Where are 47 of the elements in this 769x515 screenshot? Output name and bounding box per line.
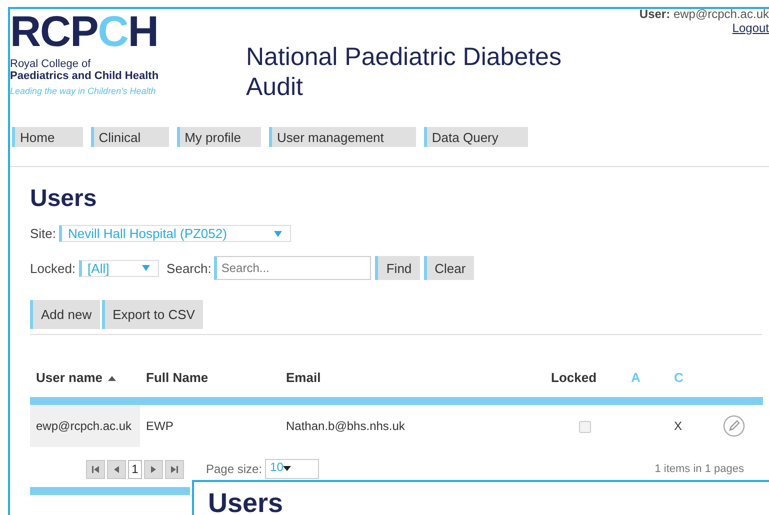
- pager-button[interactable]: [107, 460, 126, 478]
- caret-icon: [274, 230, 282, 236]
- sort-arrow-icon: [108, 376, 116, 381]
- field-label: Locked:: [30, 260, 76, 276]
- table-cell: X: [674, 419, 682, 433]
- arrow-icon: [170, 464, 179, 474]
- nav-tab[interactable]: My profile: [176, 127, 261, 147]
- app-title: National Paediatric Diabetes Audit: [246, 42, 562, 102]
- page-heading: Users: [30, 185, 98, 213]
- edit-icon[interactable]: [723, 415, 745, 437]
- checkbox[interactable]: [579, 420, 591, 433]
- nav-tab[interactable]: Home: [12, 127, 83, 147]
- field-label: Search:: [166, 260, 212, 276]
- column-header[interactable]: Locked: [545, 361, 625, 393]
- search-field[interactable]: Search...: [214, 256, 372, 280]
- column-header[interactable]: Email: [280, 361, 545, 393]
- pager-summary: 1 items in 1 pages: [654, 463, 744, 475]
- pager-button[interactable]: [165, 460, 184, 478]
- column-header[interactable]: User name: [30, 361, 140, 393]
- button[interactable]: Add new: [30, 300, 100, 329]
- caret-icon: [283, 466, 292, 471]
- overlay-heading: Users: [208, 488, 284, 515]
- nav-tab[interactable]: User management: [268, 127, 416, 147]
- table-cell: ewp@rcpch.ac.uk: [36, 419, 132, 433]
- table-cell: EWP: [146, 419, 174, 433]
- user-info: User: ewp@rcpch.ac.uk: [639, 7, 769, 21]
- logout-link[interactable]: Logout: [732, 21, 769, 35]
- arrow-icon: [149, 464, 158, 474]
- button[interactable]: Export to CSV: [102, 300, 203, 329]
- page-number[interactable]: 1: [128, 460, 142, 478]
- arrow-icon: [91, 464, 100, 474]
- pager-button[interactable]: [144, 460, 163, 478]
- field-label: Page size:: [206, 462, 262, 476]
- column-header[interactable]: Full Name: [140, 361, 280, 393]
- arrow-icon: [112, 464, 121, 474]
- logo-text: Paediatrics and Child Health: [10, 70, 160, 82]
- field-label: Site:: [30, 226, 56, 241]
- logo-tagline: Leading the way in Children's Health: [10, 85, 157, 98]
- pager-button[interactable]: [86, 460, 105, 478]
- button[interactable]: Find: [375, 256, 420, 280]
- table-cell: Nathan.b@bhs.nhs.uk: [286, 419, 405, 433]
- nav-tab[interactable]: Clinical: [90, 127, 169, 147]
- logo-text: Royal College of: [10, 58, 92, 70]
- button[interactable]: Clear: [424, 256, 474, 280]
- caret-icon: [142, 265, 150, 271]
- logo-mark: RCPCH: [10, 12, 158, 52]
- nav-tab[interactable]: Data Query: [424, 127, 528, 147]
